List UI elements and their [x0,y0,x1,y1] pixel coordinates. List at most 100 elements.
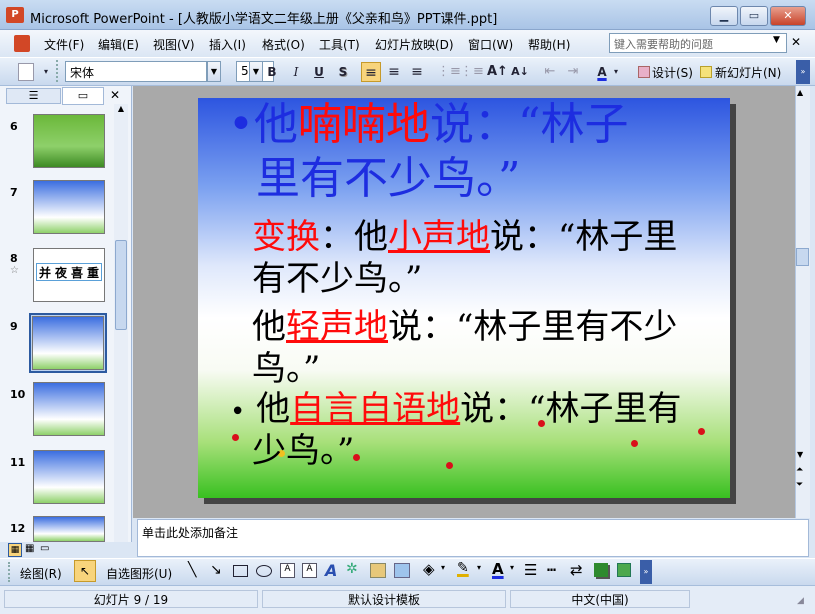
line-color-dropdown-icon[interactable]: ▾ [477,563,481,572]
font-name-input[interactable]: 宋体 [65,61,207,82]
line-style-icon[interactable]: ☰ [524,561,537,579]
vertical-textbox-icon[interactable]: A [302,563,317,578]
3d-style-icon[interactable] [617,563,631,577]
new-document-icon[interactable] [18,63,34,81]
line-icon[interactable]: ╲ [188,562,196,578]
wordart-icon[interactable]: A [325,561,337,580]
autoshapes-button[interactable]: 自选图形(U) [106,565,172,582]
slide-thumbnail-12[interactable] [33,516,105,542]
document-icon[interactable] [14,35,30,52]
align-left-icon[interactable]: ≡ [361,62,381,82]
diagram-icon[interactable]: ✲ [346,561,358,577]
increase-indent-icon[interactable]: ⇥ [563,62,583,82]
slide-text: 说：“林子里有不少 [388,307,678,347]
decrease-indent-icon[interactable]: ⇤ [540,62,560,82]
toolbar-options-icon[interactable]: ▾ [36,62,56,82]
menu-file[interactable]: 文件(F) [44,36,84,53]
align-center-icon[interactable]: ≡ [384,62,404,82]
menu-view[interactable]: 视图(V) [153,36,195,53]
design-button[interactable]: 设计(S) [652,64,693,81]
thumb8-char: 重 [86,266,99,280]
slide-sorter-icon[interactable]: ▦ [25,543,34,554]
arrow-style-icon[interactable]: ⇄ [570,561,583,579]
shadow-button[interactable]: S [333,62,353,82]
new-slide-button[interactable]: 新幻灯片(N) [715,64,781,81]
drawbar-overflow-icon[interactable]: » [640,560,652,584]
current-slide[interactable]: •他喃喃地说：“林子 里有不少鸟。” 变换：他小声地说：“林子里 有不少鸟。” … [198,98,730,498]
slide-scroll-thumb[interactable] [796,248,809,266]
clipart-icon[interactable] [370,563,386,578]
next-slide-icon[interactable]: ⏷ [796,480,803,490]
thumb8-char: 夜 [54,266,67,280]
pane-close-icon[interactable]: ✕ [110,88,120,102]
thumbnail-scroll-thumb[interactable] [115,240,127,330]
bold-button[interactable]: B [262,62,282,82]
select-pointer-icon[interactable]: ↖ [74,560,96,582]
menu-window[interactable]: 窗口(W) [468,36,513,53]
slide-thumbnail-10[interactable] [33,382,105,436]
minimize-button[interactable]: ▁ [710,6,738,26]
restore-button[interactable]: ▭ [740,6,768,26]
menu-insert[interactable]: 插入(I) [209,36,246,53]
rectangle-icon[interactable] [233,565,248,577]
font-color-dropdown-icon[interactable]: ▾ [611,62,621,82]
size-dropdown-icon[interactable]: ▼ [249,61,263,82]
font-dropdown-icon[interactable]: ▼ [207,61,221,82]
scroll-up-icon[interactable]: ▲ [115,104,127,116]
thumb-number: 11 [10,456,26,469]
slide-line-6: 鸟。” [252,349,321,389]
close-button[interactable]: ✕ [770,6,806,26]
menu-edit[interactable]: 编辑(E) [98,36,139,53]
slide-thumbnail-7[interactable] [33,180,105,234]
menu-tools[interactable]: 工具(T) [319,36,360,53]
document-close-button[interactable]: ✕ [791,35,801,49]
textbox-icon[interactable]: A [280,563,295,578]
numbering-icon[interactable]: ⋮≡ [437,62,461,82]
slide-thumbnail-9[interactable] [32,316,104,370]
picture-icon[interactable] [394,563,410,578]
slides-tab[interactable]: ▭ [62,87,104,105]
notes-pane[interactable]: 单击此处添加备注 [137,519,809,557]
previous-slide-icon[interactable]: ⏶ [796,465,803,475]
slide-thumbnail-11[interactable] [33,450,105,504]
menu-format[interactable]: 格式(O) [262,36,305,53]
slideshow-view-icon[interactable]: ▭ [40,543,49,554]
help-search-input[interactable]: 键入需要帮助的问题 [609,33,787,53]
scroll-down-icon[interactable]: ▼ [797,450,803,459]
scroll-up-icon[interactable]: ▲ [797,88,803,97]
outline-tab[interactable]: ☰ [6,88,61,104]
toolbar-grip[interactable] [56,60,64,82]
new-slide-icon[interactable] [700,66,712,78]
line-color-icon[interactable]: ✎ [457,560,469,576]
slide-text-red: 喃喃地 [297,99,430,150]
shadow-style-icon[interactable] [594,563,608,577]
dash-style-icon[interactable]: ┅ [547,561,556,579]
drawing-font-color-dropdown-icon[interactable]: ▾ [510,563,514,572]
bullets-icon[interactable]: ⋮≡ [460,62,484,82]
increase-font-icon[interactable]: A↑ [487,62,508,82]
slide-text-underlined: 自言自语地 [290,389,461,429]
normal-view-icon[interactable]: ▦ [8,543,22,557]
toolbar-grip[interactable] [8,562,14,582]
slide-thumbnail-8[interactable]: 并 夜 喜 重 [33,248,105,302]
underline-button[interactable]: U [309,62,329,82]
decrease-font-icon[interactable]: A↓ [510,62,530,82]
powerpoint-app-icon[interactable]: P [6,7,24,23]
help-dropdown-icon[interactable]: ▼ [773,35,780,45]
draw-menu-button[interactable]: 绘图(R) [20,565,62,582]
resize-grip-icon[interactable]: ◢ [797,596,804,606]
menu-slideshow[interactable]: 幻灯片放映(D) [375,36,454,53]
fill-color-icon[interactable]: ◈ [423,560,435,578]
arrow-icon[interactable]: ↘ [210,562,222,578]
thumb-number: 7 [10,186,18,199]
menu-help[interactable]: 帮助(H) [528,36,570,53]
design-icon[interactable] [638,66,650,78]
slide-thumbnail-6[interactable] [33,114,105,168]
oval-icon[interactable] [256,565,272,577]
drawing-font-color-icon[interactable]: A [492,560,504,578]
fill-color-dropdown-icon[interactable]: ▾ [441,563,445,572]
font-color-icon[interactable]: A [592,62,612,82]
italic-button[interactable]: I [286,62,306,82]
align-right-icon[interactable]: ≡ [407,62,427,82]
toolbar-overflow-icon[interactable]: » [796,60,810,84]
